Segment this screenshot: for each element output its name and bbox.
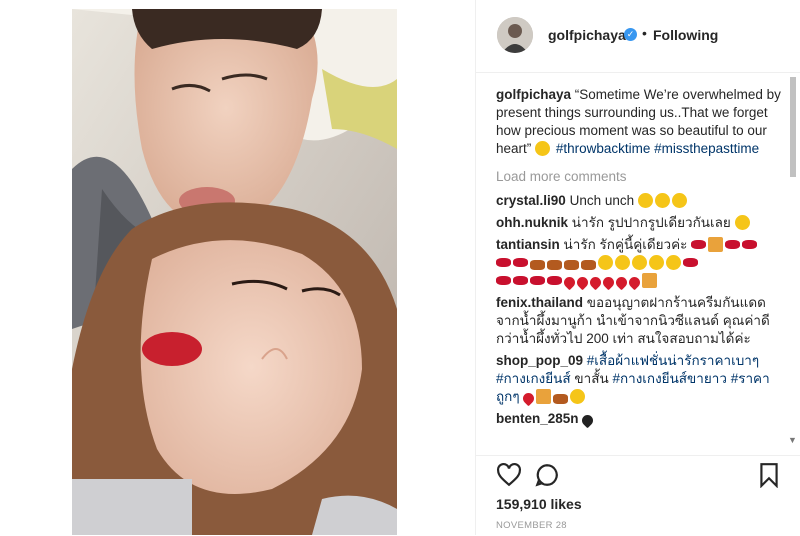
heart-emoji-icon	[587, 274, 604, 291]
comment-username[interactable]: tantiansin	[496, 237, 560, 252]
face-emoji-icon	[632, 255, 647, 270]
comment-text: Unch unch	[569, 193, 635, 208]
comment-text: น่ารัก รักคู่นี้คู่เดียวค่ะ	[563, 237, 688, 252]
heart-emoji-icon	[561, 274, 578, 291]
separator-dot: •	[642, 25, 647, 41]
heart-emoji-icon	[600, 274, 617, 291]
comment-item: fenix.thailand ขออนุญาตฝากร้านครีมกันแดด…	[496, 294, 782, 348]
face-emoji-icon	[598, 255, 613, 270]
comment-item: tantiansin น่ารัก รักคู่นี้คู่เดียวค่ะ	[496, 236, 782, 291]
header-username[interactable]: golfpichaya	[548, 27, 626, 43]
heart-emoji-icon	[613, 274, 630, 291]
comment-item: benten_285n	[496, 410, 782, 429]
lips-emoji-icon	[547, 276, 562, 285]
scrollbar-thumb[interactable]	[790, 77, 796, 177]
bookmark-icon[interactable]	[756, 462, 782, 488]
face-emoji-icon	[666, 255, 681, 270]
gift-emoji-icon	[708, 237, 724, 252]
couple-selfie-image	[72, 9, 397, 535]
scroll-down-arrow-icon[interactable]: ▼	[788, 435, 797, 445]
lips-emoji-icon	[742, 240, 758, 249]
heart-emoji-icon	[574, 274, 591, 291]
comment-hashtag[interactable]: #กางเกงยีนส์	[496, 371, 571, 386]
post-sidebar: golfpichaya ✓ • Following golfpichaya “S…	[476, 0, 800, 535]
ant-emoji-icon	[581, 260, 596, 270]
gift-emoji-icon	[642, 273, 657, 288]
comment-username[interactable]: crystal.li90	[496, 193, 566, 208]
black-heart-emoji-icon	[580, 412, 596, 429]
face-emoji-icon	[649, 255, 664, 270]
heart-icon[interactable]	[496, 462, 522, 488]
heart-eyes-emoji-icon	[637, 193, 653, 208]
grin-emoji-icon	[734, 215, 750, 230]
lips-emoji-icon	[496, 276, 511, 285]
avatar-image	[497, 17, 533, 53]
likes-count[interactable]: 159,910 likes	[496, 496, 582, 512]
load-more-comments-button[interactable]: Load more comments	[496, 168, 782, 186]
avatar[interactable]	[497, 17, 533, 53]
lips-emoji-icon	[513, 258, 528, 267]
post-header: golfpichaya ✓ • Following	[476, 0, 800, 73]
grimace-emoji-icon	[535, 141, 551, 156]
ant-emoji-icon	[547, 260, 562, 270]
caption-hashtag[interactable]: #missthepasttime	[654, 141, 759, 156]
comments-list: golfpichaya “Sometime We’re overwhelmed …	[496, 86, 782, 446]
ant-emoji-icon	[564, 260, 579, 270]
shirt-emoji-icon	[536, 389, 552, 404]
lips-emoji-icon	[530, 276, 545, 285]
following-button[interactable]: Following	[653, 27, 718, 43]
emoji-row	[496, 254, 782, 272]
face-emoji-icon	[615, 255, 630, 270]
comment-item: ohh.nuknik น่ารัก รูปปากรูปเดียวกันเลย	[496, 214, 782, 232]
comment-username[interactable]: ohh.nuknik	[496, 215, 568, 230]
heart-emoji-icon	[626, 274, 643, 291]
caption-hashtag[interactable]: #throwbacktime	[556, 141, 651, 156]
emoji-row	[496, 272, 782, 291]
comment-item: shop_pop_09 #เสื้อผ้าแฟชั่นน่ารักราคาเบา…	[496, 352, 782, 407]
comment-text: ขาสั้น	[574, 371, 609, 386]
dress-emoji-icon	[521, 390, 537, 407]
heart-eyes-emoji-icon	[654, 193, 670, 208]
lips-emoji-icon	[513, 276, 528, 285]
comment-icon[interactable]	[534, 462, 560, 488]
post-photo[interactable]	[72, 9, 397, 535]
lips-emoji-icon	[683, 258, 698, 267]
lips-emoji-icon	[496, 258, 511, 267]
bag-emoji-icon	[553, 394, 569, 404]
caption: golfpichaya “Sometime We’re overwhelmed …	[496, 86, 782, 158]
heart-eyes-emoji-icon	[570, 389, 586, 404]
heart-eyes-emoji-icon	[671, 193, 687, 208]
comment-username[interactable]: benten_285n	[496, 411, 579, 426]
post-date[interactable]: NOVEMBER 28	[496, 520, 567, 531]
comment-text: น่ารัก รูปปากรูปเดียวกันเลย	[571, 215, 731, 230]
comments-scrollbar[interactable]: ▼	[788, 73, 798, 453]
post-actions: 159,910 likes NOVEMBER 28	[476, 455, 800, 536]
lips-emoji-icon	[691, 240, 707, 249]
ant-emoji-icon	[530, 260, 545, 270]
comment-hashtag[interactable]: #กางเกงยีนส์ขายาว	[612, 371, 727, 386]
comment-username[interactable]: fenix.thailand	[496, 295, 583, 310]
caption-username[interactable]: golfpichaya	[496, 87, 571, 102]
comment-item: crystal.li90 Unch unch	[496, 192, 782, 210]
lips-emoji-icon	[725, 240, 741, 249]
comment-hashtag[interactable]: #เสื้อผ้าแฟชั่นน่ารักราคาเบาๆ	[587, 353, 759, 368]
verified-icon: ✓	[624, 28, 637, 41]
comment-username[interactable]: shop_pop_09	[496, 353, 583, 368]
